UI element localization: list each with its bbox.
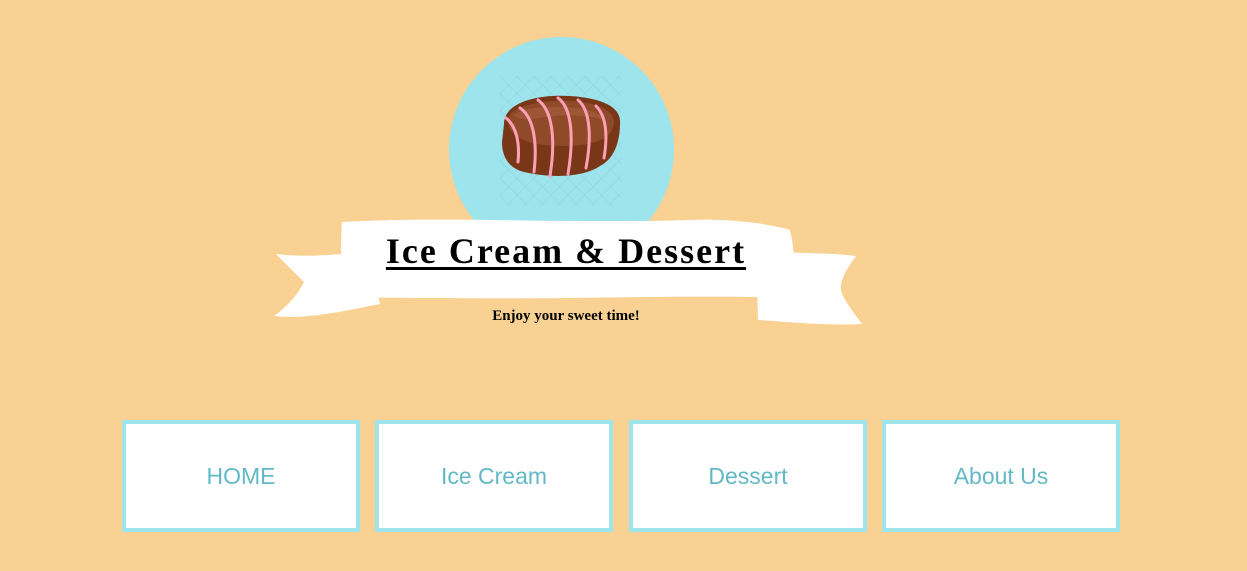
site-title: Ice Cream & Dessert bbox=[385, 231, 747, 271]
nav-home-button[interactable]: HOME bbox=[122, 420, 360, 532]
chocolate-eclair-icon bbox=[500, 76, 622, 206]
nav-ice-cream-button[interactable]: Ice Cream bbox=[375, 420, 613, 532]
nav-about-us-button[interactable]: About Us bbox=[882, 420, 1120, 532]
nav-dessert-button[interactable]: Dessert bbox=[629, 420, 867, 532]
tagline: Enjoy your sweet time! bbox=[492, 308, 640, 324]
